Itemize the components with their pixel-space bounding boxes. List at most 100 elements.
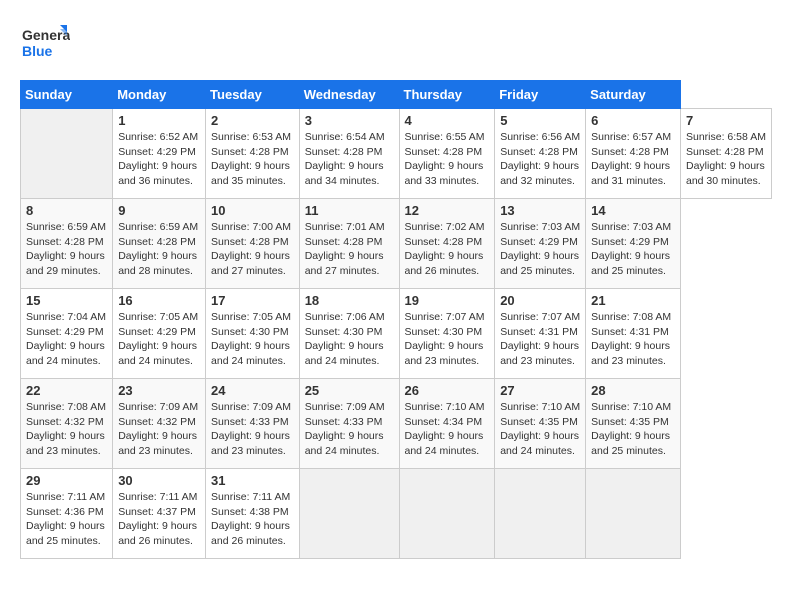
calendar-cell: 11 Sunrise: 7:01 AMSunset: 4:28 PMDaylig… <box>299 199 399 289</box>
day-number: 22 <box>26 383 107 398</box>
day-number: 9 <box>118 203 200 218</box>
header-row: SundayMondayTuesdayWednesdayThursdayFrid… <box>21 81 772 109</box>
day-number: 2 <box>211 113 294 128</box>
day-info: Sunrise: 6:56 AMSunset: 4:28 PMDaylight:… <box>500 130 580 189</box>
calendar-cell: 5 Sunrise: 6:56 AMSunset: 4:28 PMDayligh… <box>495 109 586 199</box>
calendar-cell <box>586 469 681 559</box>
day-info: Sunrise: 7:05 AMSunset: 4:29 PMDaylight:… <box>118 310 200 369</box>
day-info: Sunrise: 7:08 AMSunset: 4:31 PMDaylight:… <box>591 310 675 369</box>
calendar-cell: 4 Sunrise: 6:55 AMSunset: 4:28 PMDayligh… <box>399 109 495 199</box>
day-info: Sunrise: 7:05 AMSunset: 4:30 PMDaylight:… <box>211 310 294 369</box>
day-number: 25 <box>305 383 394 398</box>
day-info: Sunrise: 7:03 AMSunset: 4:29 PMDaylight:… <box>591 220 675 279</box>
day-info: Sunrise: 7:03 AMSunset: 4:29 PMDaylight:… <box>500 220 580 279</box>
page-header: General Blue <box>20 20 772 70</box>
day-header-monday: Monday <box>113 81 206 109</box>
calendar-cell: 27 Sunrise: 7:10 AMSunset: 4:35 PMDaylig… <box>495 379 586 469</box>
day-info: Sunrise: 7:06 AMSunset: 4:30 PMDaylight:… <box>305 310 394 369</box>
day-info: Sunrise: 7:11 AMSunset: 4:38 PMDaylight:… <box>211 490 294 549</box>
calendar-cell: 3 Sunrise: 6:54 AMSunset: 4:28 PMDayligh… <box>299 109 399 199</box>
day-number: 19 <box>405 293 490 308</box>
day-number: 14 <box>591 203 675 218</box>
week-row-0: 1 Sunrise: 6:52 AMSunset: 4:29 PMDayligh… <box>21 109 772 199</box>
calendar-cell: 14 Sunrise: 7:03 AMSunset: 4:29 PMDaylig… <box>586 199 681 289</box>
day-info: Sunrise: 7:11 AMSunset: 4:36 PMDaylight:… <box>26 490 107 549</box>
calendar-cell: 20 Sunrise: 7:07 AMSunset: 4:31 PMDaylig… <box>495 289 586 379</box>
day-number: 31 <box>211 473 294 488</box>
day-number: 24 <box>211 383 294 398</box>
week-row-4: 29 Sunrise: 7:11 AMSunset: 4:36 PMDaylig… <box>21 469 772 559</box>
calendar-cell: 31 Sunrise: 7:11 AMSunset: 4:38 PMDaylig… <box>206 469 300 559</box>
calendar-cell: 30 Sunrise: 7:11 AMSunset: 4:37 PMDaylig… <box>113 469 206 559</box>
day-header-friday: Friday <box>495 81 586 109</box>
calendar-cell: 2 Sunrise: 6:53 AMSunset: 4:28 PMDayligh… <box>206 109 300 199</box>
calendar-cell: 29 Sunrise: 7:11 AMSunset: 4:36 PMDaylig… <box>21 469 113 559</box>
day-number: 4 <box>405 113 490 128</box>
day-header-thursday: Thursday <box>399 81 495 109</box>
day-info: Sunrise: 6:59 AMSunset: 4:28 PMDaylight:… <box>26 220 107 279</box>
day-info: Sunrise: 7:09 AMSunset: 4:33 PMDaylight:… <box>211 400 294 459</box>
day-info: Sunrise: 7:07 AMSunset: 4:31 PMDaylight:… <box>500 310 580 369</box>
day-info: Sunrise: 6:57 AMSunset: 4:28 PMDaylight:… <box>591 130 675 189</box>
day-info: Sunrise: 7:00 AMSunset: 4:28 PMDaylight:… <box>211 220 294 279</box>
calendar-cell <box>495 469 586 559</box>
calendar-cell: 6 Sunrise: 6:57 AMSunset: 4:28 PMDayligh… <box>586 109 681 199</box>
day-number: 8 <box>26 203 107 218</box>
day-number: 18 <box>305 293 394 308</box>
svg-text:Blue: Blue <box>22 43 53 59</box>
calendar-cell: 7 Sunrise: 6:58 AMSunset: 4:28 PMDayligh… <box>680 109 771 199</box>
calendar-cell: 28 Sunrise: 7:10 AMSunset: 4:35 PMDaylig… <box>586 379 681 469</box>
day-number: 16 <box>118 293 200 308</box>
calendar-cell <box>399 469 495 559</box>
calendar-cell: 24 Sunrise: 7:09 AMSunset: 4:33 PMDaylig… <box>206 379 300 469</box>
day-number: 7 <box>686 113 766 128</box>
day-number: 17 <box>211 293 294 308</box>
day-header-sunday: Sunday <box>21 81 113 109</box>
day-info: Sunrise: 6:58 AMSunset: 4:28 PMDaylight:… <box>686 130 766 189</box>
logo: General Blue <box>20 20 70 70</box>
day-number: 21 <box>591 293 675 308</box>
calendar-cell <box>21 109 113 199</box>
day-header-saturday: Saturday <box>586 81 681 109</box>
day-info: Sunrise: 7:09 AMSunset: 4:32 PMDaylight:… <box>118 400 200 459</box>
calendar-cell: 10 Sunrise: 7:00 AMSunset: 4:28 PMDaylig… <box>206 199 300 289</box>
week-row-3: 22 Sunrise: 7:08 AMSunset: 4:32 PMDaylig… <box>21 379 772 469</box>
day-info: Sunrise: 6:52 AMSunset: 4:29 PMDaylight:… <box>118 130 200 189</box>
day-number: 29 <box>26 473 107 488</box>
calendar-cell: 21 Sunrise: 7:08 AMSunset: 4:31 PMDaylig… <box>586 289 681 379</box>
calendar-cell: 23 Sunrise: 7:09 AMSunset: 4:32 PMDaylig… <box>113 379 206 469</box>
day-info: Sunrise: 6:53 AMSunset: 4:28 PMDaylight:… <box>211 130 294 189</box>
calendar-cell: 26 Sunrise: 7:10 AMSunset: 4:34 PMDaylig… <box>399 379 495 469</box>
day-number: 10 <box>211 203 294 218</box>
day-info: Sunrise: 7:04 AMSunset: 4:29 PMDaylight:… <box>26 310 107 369</box>
day-info: Sunrise: 7:10 AMSunset: 4:35 PMDaylight:… <box>591 400 675 459</box>
calendar-header: SundayMondayTuesdayWednesdayThursdayFrid… <box>21 81 772 109</box>
day-number: 20 <box>500 293 580 308</box>
calendar-cell: 19 Sunrise: 7:07 AMSunset: 4:30 PMDaylig… <box>399 289 495 379</box>
day-info: Sunrise: 6:54 AMSunset: 4:28 PMDaylight:… <box>305 130 394 189</box>
calendar-body: 1 Sunrise: 6:52 AMSunset: 4:29 PMDayligh… <box>21 109 772 559</box>
day-info: Sunrise: 7:09 AMSunset: 4:33 PMDaylight:… <box>305 400 394 459</box>
calendar-table: SundayMondayTuesdayWednesdayThursdayFrid… <box>20 80 772 559</box>
calendar-cell: 1 Sunrise: 6:52 AMSunset: 4:29 PMDayligh… <box>113 109 206 199</box>
day-info: Sunrise: 6:55 AMSunset: 4:28 PMDaylight:… <box>405 130 490 189</box>
day-number: 23 <box>118 383 200 398</box>
day-number: 26 <box>405 383 490 398</box>
calendar-cell: 13 Sunrise: 7:03 AMSunset: 4:29 PMDaylig… <box>495 199 586 289</box>
calendar-cell: 17 Sunrise: 7:05 AMSunset: 4:30 PMDaylig… <box>206 289 300 379</box>
calendar-cell: 12 Sunrise: 7:02 AMSunset: 4:28 PMDaylig… <box>399 199 495 289</box>
day-number: 1 <box>118 113 200 128</box>
day-info: Sunrise: 6:59 AMSunset: 4:28 PMDaylight:… <box>118 220 200 279</box>
calendar-cell: 25 Sunrise: 7:09 AMSunset: 4:33 PMDaylig… <box>299 379 399 469</box>
logo-svg: General Blue <box>20 20 70 70</box>
day-header-wednesday: Wednesday <box>299 81 399 109</box>
day-info: Sunrise: 7:07 AMSunset: 4:30 PMDaylight:… <box>405 310 490 369</box>
calendar-cell: 22 Sunrise: 7:08 AMSunset: 4:32 PMDaylig… <box>21 379 113 469</box>
day-number: 27 <box>500 383 580 398</box>
day-header-tuesday: Tuesday <box>206 81 300 109</box>
calendar-cell: 18 Sunrise: 7:06 AMSunset: 4:30 PMDaylig… <box>299 289 399 379</box>
week-row-1: 8 Sunrise: 6:59 AMSunset: 4:28 PMDayligh… <box>21 199 772 289</box>
calendar-cell: 8 Sunrise: 6:59 AMSunset: 4:28 PMDayligh… <box>21 199 113 289</box>
calendar-cell: 16 Sunrise: 7:05 AMSunset: 4:29 PMDaylig… <box>113 289 206 379</box>
day-number: 6 <box>591 113 675 128</box>
